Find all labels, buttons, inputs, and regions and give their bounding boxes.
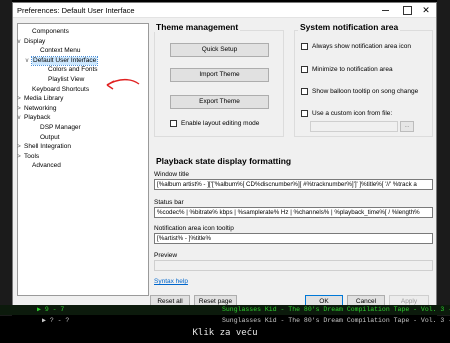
annotation-arrow-icon bbox=[106, 78, 140, 90]
collapse-icon[interactable]: v bbox=[16, 114, 22, 122]
expand-icon[interactable]: > bbox=[16, 143, 22, 151]
theme-management-heading: Theme management bbox=[154, 22, 241, 32]
expand-icon[interactable]: > bbox=[16, 105, 22, 113]
title-bar: Preferences: Default User Interface ✕ bbox=[13, 3, 436, 18]
tree-item-label: Keyboard Shortcuts bbox=[32, 85, 90, 93]
row-track-left: ▶ 9 - 7 bbox=[37, 306, 65, 313]
status-bar-label: Status bar bbox=[154, 199, 184, 206]
layout-editing-label: Enable layout editing mode bbox=[181, 120, 260, 127]
player-background-left bbox=[0, 0, 12, 325]
status-bar-field[interactable]: %codec% | %bitrate% kbps | %samplerate% … bbox=[154, 207, 433, 218]
tree-item-label: Context Menu bbox=[40, 47, 81, 55]
checkbox-icon bbox=[301, 43, 308, 50]
tree-item-label: Advanced bbox=[32, 162, 61, 170]
balloon-tooltip-checkbox[interactable]: Show balloon tooltip on song change bbox=[301, 88, 418, 95]
playlist-row-playing[interactable]: ▶ 9 - 7 Sunglasses Kid - The 80's Dream … bbox=[0, 305, 450, 315]
minimize-icon[interactable] bbox=[376, 3, 394, 17]
tree-item-label: DSP Manager bbox=[40, 124, 81, 131]
tree-item-label: Colors and Fonts bbox=[48, 66, 98, 74]
tooltip-format-label: Notification area icon tooltip bbox=[154, 225, 234, 232]
tree-item-label: Output bbox=[40, 133, 60, 141]
expand-icon[interactable]: > bbox=[16, 95, 22, 103]
player-background-right bbox=[437, 0, 450, 325]
notification-area-heading: System notification area bbox=[298, 22, 401, 32]
playlist-row[interactable]: ▶ ? - ? Sunglasses Kid - The 80's Dream … bbox=[0, 316, 450, 326]
playback-formatting-heading: Playback state display formatting bbox=[154, 156, 294, 166]
tree-item-label: Tools bbox=[24, 152, 40, 160]
preview-label: Preview bbox=[154, 252, 178, 259]
preferences-tree[interactable]: Components v Display Context Menu v Default U… bbox=[17, 23, 149, 296]
layout-editing-checkbox[interactable]: Enable layout editing mode bbox=[170, 120, 259, 127]
checkbox-icon bbox=[170, 120, 177, 127]
quick-setup-button[interactable]: Quick Setup bbox=[170, 43, 269, 57]
always-show-icon-checkbox[interactable]: Always show notification area icon bbox=[301, 43, 411, 50]
row-track-left: ▶ ? - ? bbox=[42, 317, 70, 324]
preview-field bbox=[154, 260, 433, 271]
balloon-tooltip-label: Show balloon tooltip on song change bbox=[312, 88, 419, 95]
window-title-field[interactable]: [%album artist% - ]['['%album%[ CD%discn… bbox=[154, 179, 433, 190]
tree-item-label: Components bbox=[32, 28, 69, 35]
preferences-window: Preferences: Default User Interface ✕ Co… bbox=[12, 2, 437, 311]
row-track-title: Sunglasses Kid - The 80's Dream Compilat… bbox=[222, 317, 450, 324]
row-track-title: Sunglasses Kid - The 80's Dream Compilat… bbox=[222, 306, 450, 313]
window-title-label: Window title bbox=[154, 171, 190, 178]
tree-item-label: Shell Integration bbox=[24, 143, 71, 151]
checkbox-icon bbox=[301, 110, 308, 117]
checkbox-icon bbox=[301, 66, 308, 73]
custom-icon-label: Use a custom icon from file: bbox=[312, 110, 393, 117]
tree-item-label: Playback bbox=[24, 114, 51, 122]
tree-item-label: Default User Interface bbox=[30, 55, 99, 66]
syntax-help-link[interactable]: Syntax help bbox=[154, 278, 188, 285]
window-title: Preferences: Default User Interface bbox=[17, 6, 135, 15]
always-show-icon-label: Always show notification area icon bbox=[312, 43, 411, 50]
minimize-to-tray-checkbox[interactable]: Minimize to notification area bbox=[301, 66, 393, 73]
import-theme-button[interactable]: Import Theme bbox=[170, 68, 269, 82]
close-icon[interactable]: ✕ bbox=[416, 3, 436, 17]
minimize-to-tray-label: Minimize to notification area bbox=[312, 66, 393, 73]
browse-icon-button[interactable]: ... bbox=[400, 121, 414, 132]
export-theme-button[interactable]: Export Theme bbox=[170, 95, 269, 109]
tree-item-label: Media Library bbox=[24, 95, 64, 103]
collapse-icon[interactable]: v bbox=[16, 38, 22, 46]
expand-icon[interactable]: > bbox=[16, 153, 22, 161]
maximize-icon[interactable] bbox=[397, 3, 415, 17]
image-caption: Klik za veću bbox=[192, 328, 258, 338]
tooltip-format-field[interactable]: [%artist% - ]%title% bbox=[154, 233, 433, 244]
tree-item-label: Networking bbox=[24, 104, 57, 112]
tree-item-label: Display bbox=[24, 37, 46, 45]
custom-icon-path-field[interactable] bbox=[310, 121, 398, 132]
tree-item-label: Playlist View bbox=[48, 76, 85, 83]
checkbox-icon bbox=[301, 88, 308, 95]
collapse-icon[interactable]: v bbox=[24, 57, 30, 65]
custom-icon-checkbox[interactable]: Use a custom icon from file: bbox=[301, 110, 392, 117]
